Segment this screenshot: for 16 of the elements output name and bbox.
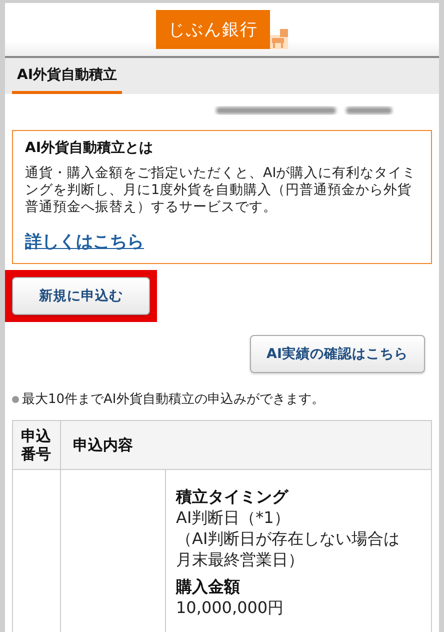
action-button[interactable]: 新規に申込む — [12, 277, 150, 315]
column-header: 申込番号 — [13, 421, 61, 469]
bullet-icon — [12, 396, 19, 402]
dog-icon — [270, 29, 288, 49]
info-title: AI外貨自動積立とは — [25, 139, 154, 157]
details-link[interactable]: 詳しくはこちら — [25, 230, 144, 253]
action-button[interactable]: AI実績の確認はこちら — [250, 335, 425, 373]
detail-value: AI判断日（*1） — [176, 507, 291, 528]
detail-label: 購入金額 — [176, 576, 241, 597]
column-header: 申込内容 — [61, 421, 431, 469]
note-text: 最大10件までAI外貨自動積立の申込みができます。 — [22, 391, 324, 408]
detail-label: 積立タイミング — [176, 486, 290, 507]
info-text: 通貨・購入金額をご指定いただくと、AIが購入に有利なタイミングを判断し、月に1度外貨を自動購入（円普通預金から外貨普通預金へ振替え）するサービスです。 — [25, 165, 418, 216]
detail-value: （AI判断日が存在しない場合は月末最終営業日） — [176, 528, 401, 570]
detail-value: 10,000,000円 — [176, 597, 285, 618]
bank-logo: じぶん銀行 — [156, 10, 270, 49]
